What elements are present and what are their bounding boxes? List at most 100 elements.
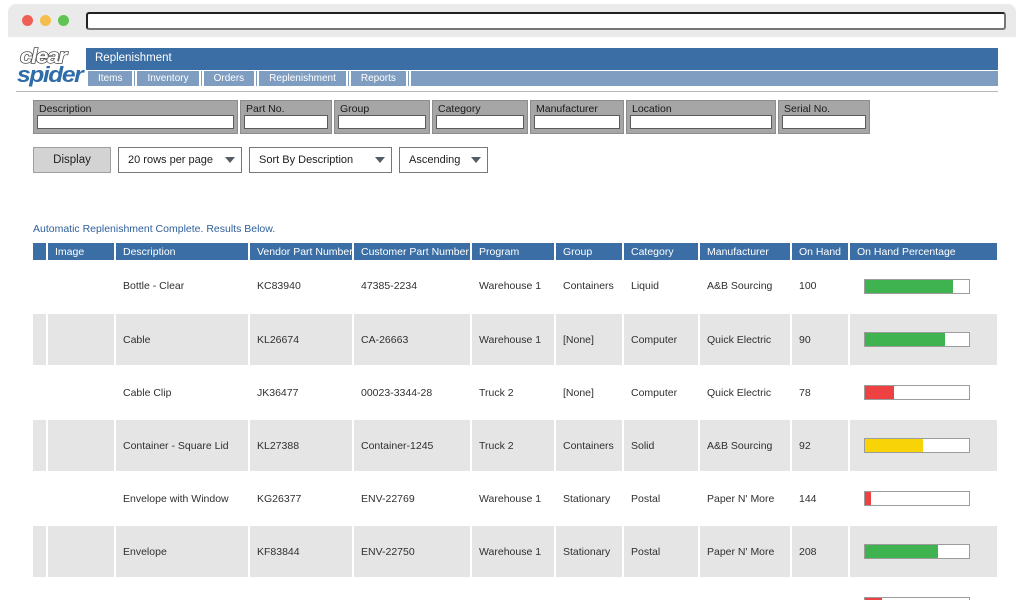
table-body: Bottle - ClearKC8394047385-2234Warehouse… <box>33 260 998 602</box>
cell-on-hand-percentage <box>849 419 998 472</box>
filter-label-group: Group <box>338 103 426 115</box>
clear-spider-logo[interactable]: clear spider <box>16 45 82 87</box>
cell-manufacturer: Paper N' More <box>699 472 791 525</box>
column-header-vendor_part_number[interactable]: Vendor Part Number <box>249 243 353 260</box>
cell-description: Funnel <box>115 578 249 602</box>
on-hand-percentage-bar <box>864 332 970 347</box>
filter-input-part-no[interactable] <box>244 115 328 129</box>
cell-on-hand-percentage <box>849 578 998 602</box>
table-row[interactable]: Container - Square LidKL27388Container-1… <box>33 419 998 472</box>
app-header: clear spider Replenishment Items Invento… <box>8 43 1016 89</box>
replenishment-results-table: ImageDescriptionVendor Part NumberCustom… <box>33 243 999 602</box>
row-select-cell[interactable] <box>33 260 47 313</box>
cell-group: [None] <box>555 313 623 366</box>
on-hand-percentage-bar <box>864 491 970 506</box>
browser-titlebar <box>8 4 1016 37</box>
row-image-cell <box>47 525 115 578</box>
cell-group: Stationary <box>555 472 623 525</box>
main-nav-tabs: Items Inventory Orders Replenishment Rep… <box>86 71 998 86</box>
column-header-on_hand_percentage[interactable]: On Hand Percentage <box>849 243 998 260</box>
row-select-cell[interactable] <box>33 313 47 366</box>
table-bottom-clip <box>8 600 1016 602</box>
filter-cell-serial-no: Serial No. <box>778 100 870 134</box>
close-window-icon[interactable] <box>22 15 33 26</box>
cell-on-hand: 92 <box>791 419 849 472</box>
cell-group: [None] <box>555 578 623 602</box>
filter-label-serial-no: Serial No. <box>782 103 866 115</box>
on-hand-percentage-bar <box>864 438 970 453</box>
on-hand-percentage-bar-fill <box>865 492 871 505</box>
column-header-group[interactable]: Group <box>555 243 623 260</box>
on-hand-percentage-bar <box>864 279 970 294</box>
filter-input-serial-no[interactable] <box>782 115 866 129</box>
cell-program: Warehouse 1 <box>471 313 555 366</box>
chevron-down-icon <box>225 157 235 163</box>
table-row[interactable]: CableKL26674CA-26663Warehouse 1[None]Com… <box>33 313 998 366</box>
tab-orders[interactable]: Orders <box>202 71 257 86</box>
on-hand-percentage-bar-fill <box>865 439 923 452</box>
column-header-description[interactable]: Description <box>115 243 249 260</box>
row-select-cell[interactable] <box>33 578 47 602</box>
table-row[interactable]: Cable ClipJK3647700023-3344-28Truck 2[No… <box>33 366 998 419</box>
display-button[interactable]: Display <box>33 147 111 173</box>
cell-description: Cable Clip <box>115 366 249 419</box>
nav-tabs-filler <box>409 71 998 86</box>
toolbar-controls: Display 20 rows per page Sort By Descrip… <box>33 147 488 173</box>
sort-by-value: Sort By Description <box>259 154 367 166</box>
cell-on-hand-percentage <box>849 260 998 313</box>
minimize-window-icon[interactable] <box>40 15 51 26</box>
maximize-window-icon[interactable] <box>58 15 69 26</box>
column-header-image[interactable]: Image <box>47 243 115 260</box>
filter-input-manufacturer[interactable] <box>534 115 620 129</box>
filter-cell-manufacturer: Manufacturer <box>530 100 624 134</box>
chevron-down-icon <box>375 157 385 163</box>
cell-vendor-part-number: KG26377 <box>249 472 353 525</box>
column-header-manufacturer[interactable]: Manufacturer <box>699 243 791 260</box>
tab-reports[interactable]: Reports <box>349 71 408 86</box>
on-hand-percentage-bar-fill <box>865 545 938 558</box>
cell-program: Truck 2 <box>471 419 555 472</box>
row-select-cell[interactable] <box>33 472 47 525</box>
cell-program: Warehouse 1 <box>471 525 555 578</box>
column-header-select[interactable] <box>33 243 47 260</box>
address-bar-input[interactable] <box>86 12 1006 30</box>
tab-replenishment[interactable]: Replenishment <box>257 71 348 86</box>
on-hand-percentage-bar-fill <box>865 386 894 399</box>
column-header-category[interactable]: Category <box>623 243 699 260</box>
cell-description: Bottle - Clear <box>115 260 249 313</box>
filter-label-part-no: Part No. <box>244 103 328 115</box>
column-header-customer_part_number[interactable]: Customer Part Number <box>353 243 471 260</box>
table-row[interactable]: Envelope with WindowKG26377ENV-22769Ware… <box>33 472 998 525</box>
cell-category: Liquid <box>623 260 699 313</box>
chevron-down-icon <box>471 157 481 163</box>
cell-manufacturer: A&B Sourcing <box>699 419 791 472</box>
rows-per-page-select[interactable]: 20 rows per page <box>118 147 242 173</box>
filter-cell-group: Group <box>334 100 430 134</box>
cell-manufacturer: Quick Electric <box>699 366 791 419</box>
cell-customer-part-number: 00023-3344-28 <box>353 366 471 419</box>
column-header-program[interactable]: Program <box>471 243 555 260</box>
cell-program: Warehouse 1 <box>471 578 555 602</box>
cell-vendor-part-number: KC83940 <box>249 260 353 313</box>
filter-label-manufacturer: Manufacturer <box>534 103 620 115</box>
tab-items[interactable]: Items <box>86 71 134 86</box>
column-header-on_hand[interactable]: On Hand <box>791 243 849 260</box>
filter-input-location[interactable] <box>630 115 772 129</box>
filter-label-category: Category <box>436 103 524 115</box>
window-traffic-lights <box>22 15 69 26</box>
row-select-cell[interactable] <box>33 525 47 578</box>
row-select-cell[interactable] <box>33 419 47 472</box>
filter-input-category[interactable] <box>436 115 524 129</box>
row-select-cell[interactable] <box>33 366 47 419</box>
page-title: Replenishment <box>86 48 998 70</box>
tab-inventory[interactable]: Inventory <box>135 71 200 86</box>
table-row[interactable]: FunnelKL48593456-927-348Warehouse 1[None… <box>33 578 998 602</box>
table-row[interactable]: EnvelopeKF83844ENV-22750Warehouse 1Stati… <box>33 525 998 578</box>
filter-input-description[interactable] <box>37 115 234 129</box>
filter-input-group[interactable] <box>338 115 426 129</box>
sort-direction-select[interactable]: Ascending <box>399 147 488 173</box>
cell-category: Computer <box>623 313 699 366</box>
table-row[interactable]: Bottle - ClearKC8394047385-2234Warehouse… <box>33 260 998 313</box>
cell-on-hand: 100 <box>791 260 849 313</box>
sort-by-select[interactable]: Sort By Description <box>249 147 392 173</box>
